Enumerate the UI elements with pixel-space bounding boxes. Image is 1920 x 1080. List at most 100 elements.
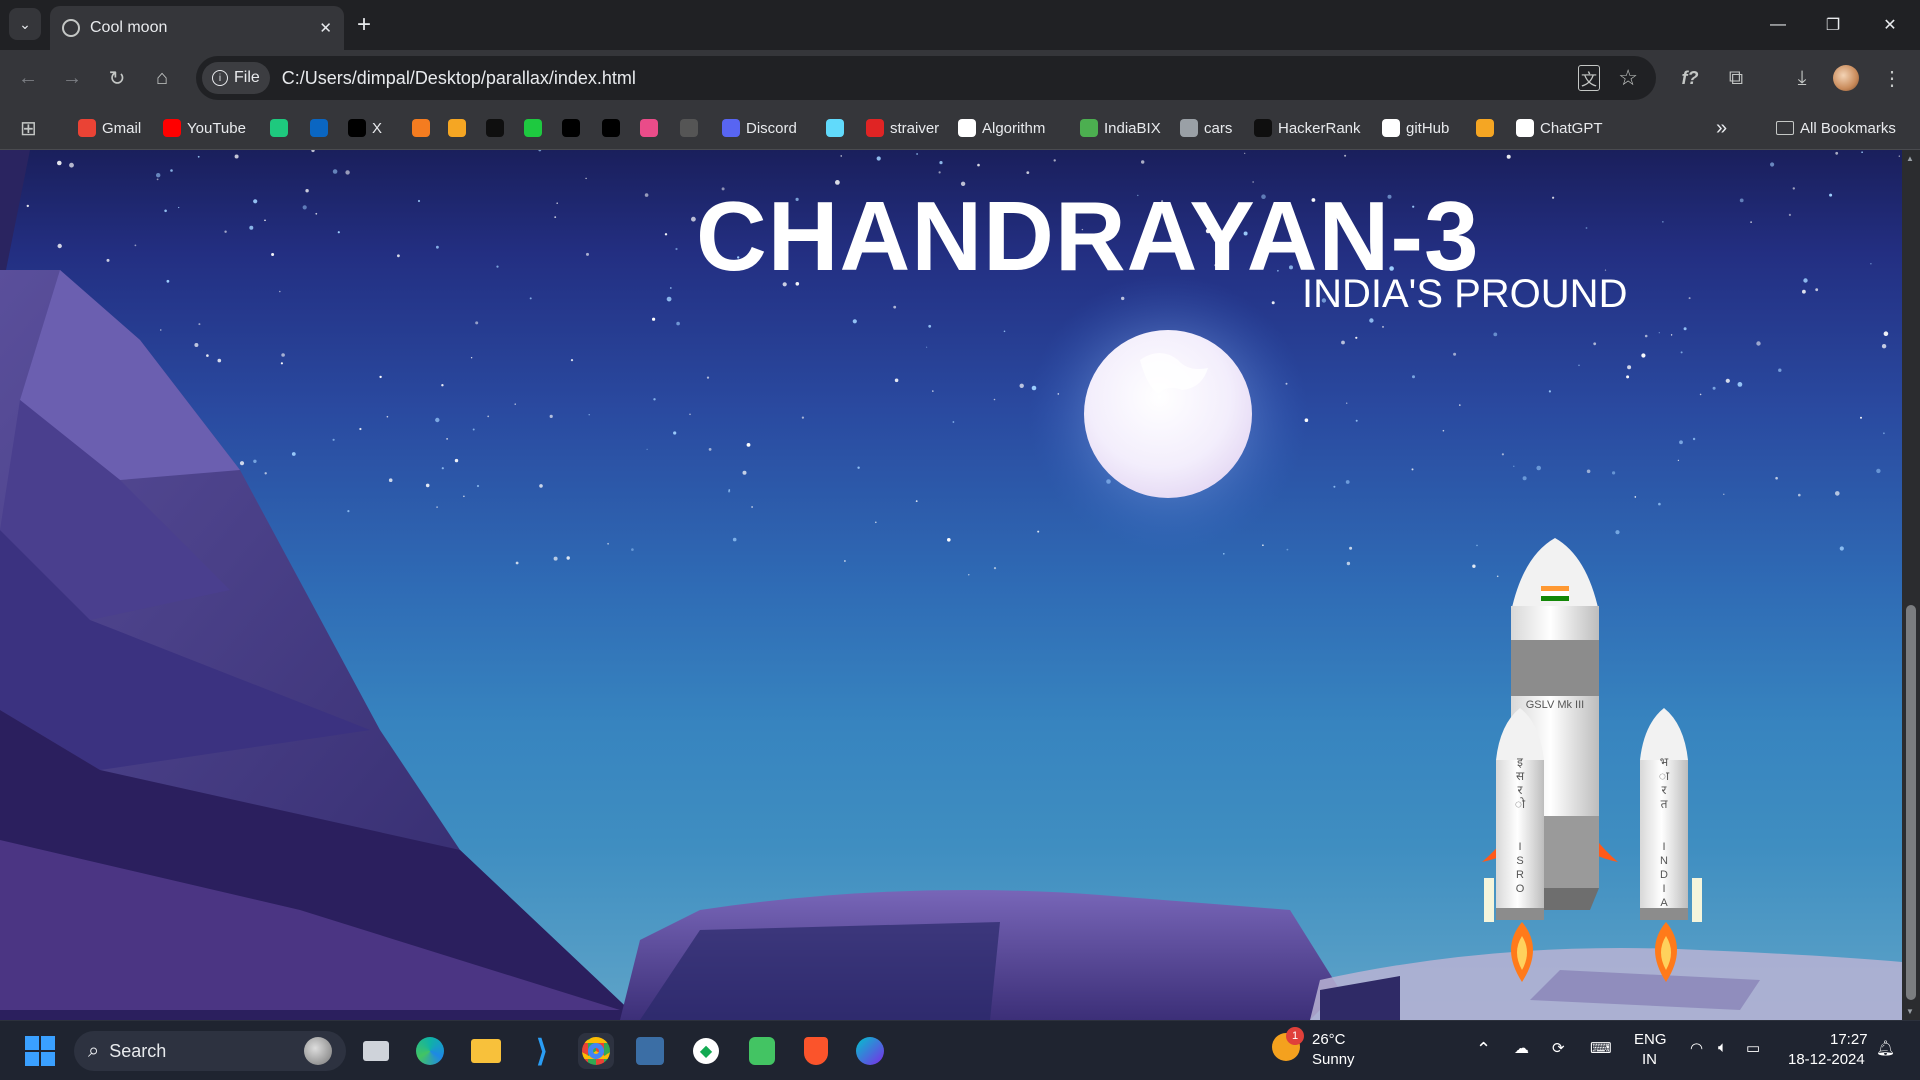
star bbox=[1692, 437, 1696, 441]
bookmark-github[interactable]: gitHub bbox=[1382, 115, 1449, 141]
clock-time[interactable]: 17:27 bbox=[1830, 1031, 1868, 1048]
bookmark-orange-blocks[interactable] bbox=[412, 115, 430, 141]
vertical-scrollbar[interactable]: ▲ ▼ bbox=[1902, 150, 1920, 1020]
battery-icon[interactable]: ▭ bbox=[1746, 1039, 1760, 1057]
new-tab-button[interactable]: + bbox=[348, 9, 380, 41]
keyboard-icon[interactable]: ⌨ bbox=[1590, 1039, 1612, 1057]
font-icon[interactable]: f? bbox=[1674, 62, 1706, 94]
star bbox=[470, 357, 473, 359]
bookmark-medium[interactable] bbox=[562, 115, 580, 141]
mysql-workbench-icon[interactable] bbox=[632, 1033, 668, 1069]
bookmark-label: ChatGPT bbox=[1540, 119, 1603, 137]
medium-icon bbox=[562, 119, 580, 137]
bookmark-youtube[interactable]: YouTube bbox=[163, 115, 246, 141]
menu-icon[interactable]: ⋮ bbox=[1876, 62, 1908, 94]
active-tab[interactable]: Cool moon ✕ bbox=[50, 6, 344, 50]
bookmark-label: Algorithm bbox=[982, 119, 1046, 137]
wifi-icon[interactable]: ◠ bbox=[1690, 1039, 1703, 1057]
bookmark-discord[interactable]: Discord bbox=[722, 115, 797, 141]
download-icon[interactable]: ⤓ bbox=[1786, 62, 1818, 94]
all-bookmarks-button[interactable]: All Bookmarks bbox=[1776, 115, 1896, 141]
hotspot-shield-icon[interactable] bbox=[744, 1033, 780, 1069]
taskbar-search[interactable]: ⌕ Search bbox=[74, 1031, 346, 1071]
brave-icon[interactable] bbox=[798, 1033, 834, 1069]
reload-icon[interactable]: ↻ bbox=[101, 62, 133, 94]
canva-icon[interactable] bbox=[852, 1033, 888, 1069]
star bbox=[1829, 193, 1833, 197]
tab-search-button[interactable]: ⌄ bbox=[9, 8, 41, 40]
clock-date[interactable]: 18-12-2024 bbox=[1788, 1051, 1865, 1068]
right-booster-nose bbox=[1640, 708, 1688, 760]
volume-icon[interactable]: 🔈︎ bbox=[1718, 1039, 1727, 1056]
bookmark-straiver[interactable]: straiver bbox=[866, 115, 939, 141]
bookmark-cars[interactable]: cars bbox=[1180, 115, 1232, 141]
apps-grid-icon[interactable]: ⊞ bbox=[20, 115, 37, 141]
close-window-button[interactable]: ✕ bbox=[1874, 9, 1906, 41]
translate-icon[interactable]: 文 bbox=[1577, 65, 1600, 91]
minimize-button[interactable]: — bbox=[1762, 9, 1794, 41]
restore-button[interactable]: ❐ bbox=[1817, 9, 1849, 41]
bookmark-g[interactable] bbox=[524, 115, 542, 141]
scroll-down-arrow[interactable]: ▼ bbox=[1906, 1007, 1914, 1016]
language-line1[interactable]: ENG bbox=[1634, 1031, 1667, 1048]
bookmark-grid[interactable] bbox=[680, 115, 698, 141]
bookmark-algorithm[interactable]: Algorithm bbox=[958, 115, 1045, 141]
address-bar[interactable]: i File C:/Users/dimpal/Desktop/parallax/… bbox=[196, 56, 1656, 100]
bookmark-hn[interactable] bbox=[486, 115, 504, 141]
chrome-icon[interactable] bbox=[578, 1033, 614, 1069]
mongodb-icon[interactable]: ◆ bbox=[688, 1033, 724, 1069]
windows-logo-icon bbox=[25, 1036, 55, 1066]
start-button[interactable] bbox=[22, 1033, 58, 1069]
bookmark-hackerrank[interactable]: HackerRank bbox=[1254, 115, 1361, 141]
bookmark-x[interactable]: X bbox=[348, 115, 382, 141]
url-text[interactable]: C:/Users/dimpal/Desktop/parallax/index.h… bbox=[282, 68, 636, 89]
bookmark-layers[interactable] bbox=[1476, 115, 1494, 141]
language-line2[interactable]: IN bbox=[1642, 1051, 1657, 1068]
weather-condition[interactable]: Sunny bbox=[1312, 1051, 1355, 1068]
onedrive-icon[interactable]: ☁ bbox=[1514, 1039, 1529, 1057]
chevron-up-icon[interactable]: ⌃ bbox=[1476, 1039, 1491, 1060]
bookmark-gmail[interactable]: Gmail bbox=[78, 115, 141, 141]
edge-icon[interactable] bbox=[412, 1033, 448, 1069]
scrollbar-thumb[interactable] bbox=[1906, 605, 1916, 1000]
gmail-icon bbox=[78, 119, 96, 137]
scroll-up-arrow[interactable]: ▲ bbox=[1906, 154, 1914, 163]
star bbox=[1699, 393, 1702, 396]
star bbox=[291, 452, 296, 456]
extensions-icon[interactable]: ⧉ bbox=[1720, 62, 1752, 94]
bookmark-w[interactable] bbox=[270, 115, 288, 141]
star bbox=[441, 467, 444, 470]
bookmark-dribbble[interactable] bbox=[640, 115, 658, 141]
star bbox=[1750, 221, 1752, 223]
star bbox=[1141, 160, 1145, 164]
star bbox=[1513, 465, 1515, 467]
task-view-icon[interactable] bbox=[358, 1033, 394, 1069]
star bbox=[337, 231, 340, 234]
star bbox=[1223, 553, 1225, 555]
notification-bell-icon[interactable]: 🔔︎ bbox=[1876, 1039, 1895, 1057]
dribbble-icon bbox=[640, 119, 658, 137]
star bbox=[553, 556, 558, 561]
profile-avatar[interactable] bbox=[1830, 62, 1862, 94]
site-info-chip[interactable]: i File bbox=[202, 62, 270, 94]
bookmarks-overflow-button[interactable]: » bbox=[1716, 115, 1727, 141]
file-explorer-icon[interactable] bbox=[468, 1033, 504, 1069]
forward-icon[interactable]: → bbox=[56, 62, 88, 94]
star bbox=[894, 378, 899, 383]
bookmark-layers[interactable] bbox=[448, 115, 466, 141]
bookmark-chatgpt[interactable]: ChatGPT bbox=[1516, 115, 1603, 141]
vscode-icon[interactable]: ⟩ bbox=[524, 1033, 560, 1069]
weather-temp[interactable]: 26°C bbox=[1312, 1031, 1346, 1048]
sync-icon[interactable]: ⟳ bbox=[1552, 1039, 1565, 1057]
star-icon[interactable]: ☆ bbox=[1618, 65, 1638, 91]
close-tab-icon[interactable]: ✕ bbox=[319, 19, 332, 37]
youtube-icon bbox=[163, 119, 181, 137]
star bbox=[1286, 548, 1289, 551]
star bbox=[345, 170, 350, 175]
bookmark-c[interactable] bbox=[602, 115, 620, 141]
bookmark-linkedin[interactable] bbox=[310, 115, 328, 141]
back-icon[interactable]: ← bbox=[12, 62, 44, 94]
bookmark-indiabix[interactable]: IndiaBIX bbox=[1080, 115, 1161, 141]
home-icon[interactable]: ⌂ bbox=[146, 62, 178, 94]
bookmark-react[interactable] bbox=[826, 115, 844, 141]
